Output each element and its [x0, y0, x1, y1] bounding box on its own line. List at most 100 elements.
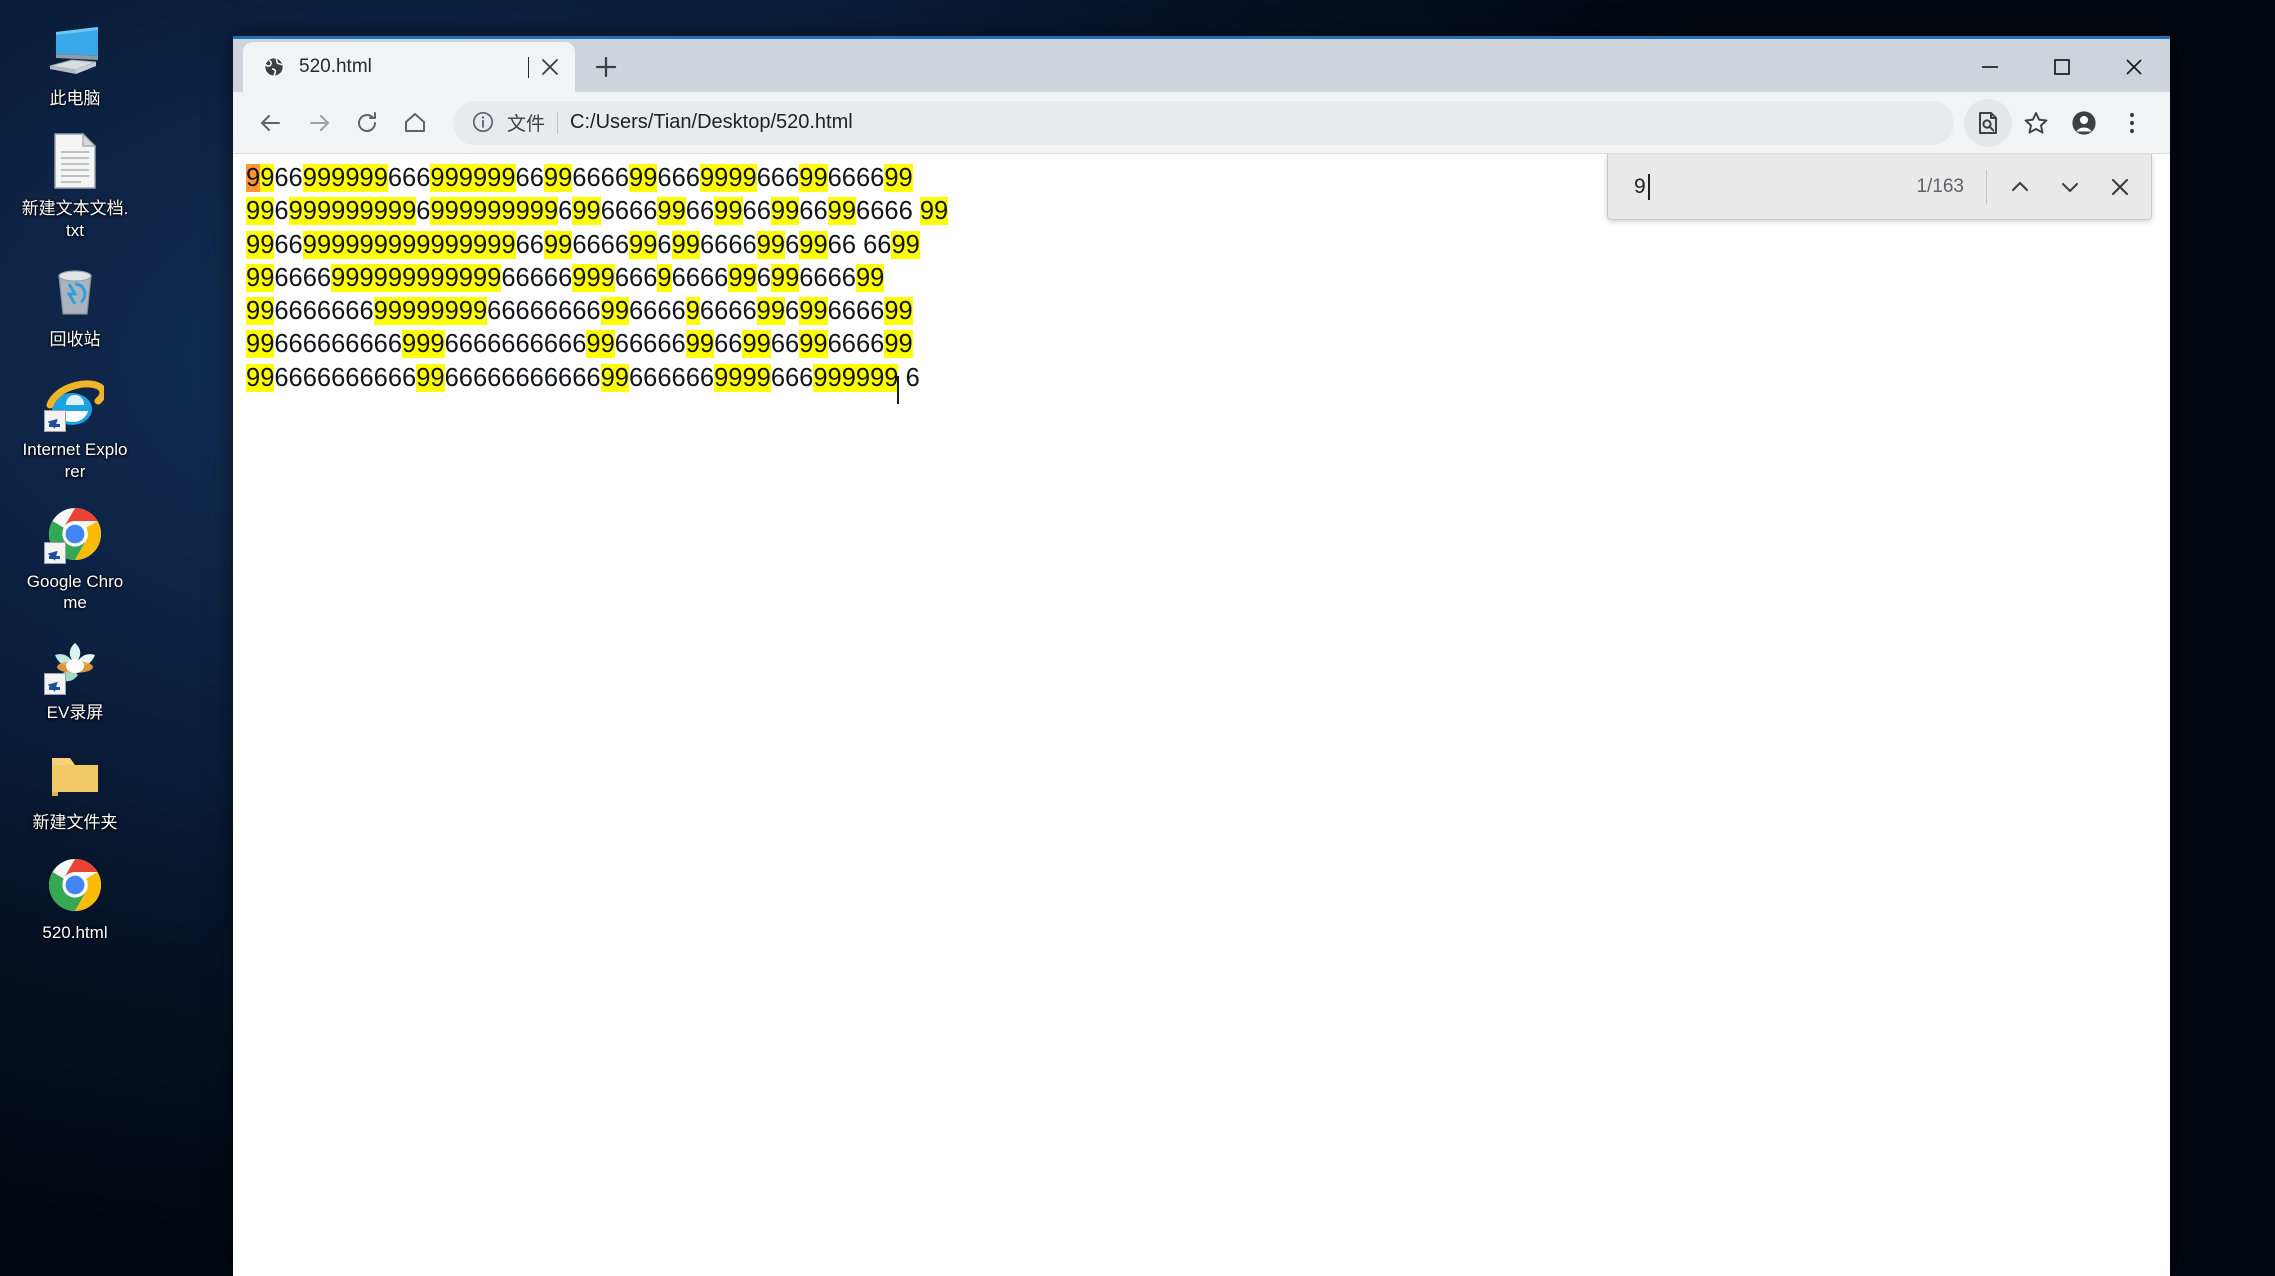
- this-pc-icon: [44, 20, 106, 82]
- desktop-icon-internet-explorer[interactable]: Internet Explorer: [19, 365, 131, 487]
- find-match: 9: [472, 297, 488, 326]
- find-match: 9: [302, 230, 317, 259]
- reload-button[interactable]: [343, 99, 391, 147]
- desktop-icon-new-folder[interactable]: 新建文件夹: [19, 738, 131, 838]
- find-match: 9: [934, 197, 949, 226]
- find-match: 9: [444, 297, 459, 326]
- address-bar[interactable]: 文件 C:/Users/Tian/Desktop/520.html: [453, 100, 1954, 145]
- find-match: 9: [785, 197, 800, 226]
- find-match: 9: [572, 197, 587, 226]
- find-match: 9: [387, 197, 403, 226]
- find-match: 9: [487, 197, 502, 226]
- find-match: 9: [643, 164, 658, 192]
- desktop-icon-label: Internet Explorer: [22, 440, 128, 481]
- find-match: 9: [586, 330, 601, 359]
- find-match: 9: [260, 363, 275, 392]
- maximize-button[interactable]: [2026, 39, 2098, 95]
- find-match: 9: [260, 263, 275, 292]
- find-match: 9: [402, 297, 417, 326]
- find-match: 9: [430, 330, 445, 359]
- desktop-icon-recycle-bin[interactable]: 回收站: [19, 255, 131, 355]
- find-match: 9: [359, 230, 374, 259]
- close-window-button[interactable]: [2098, 39, 2170, 95]
- new-tab-button[interactable]: [589, 50, 623, 84]
- find-match-active: 9: [246, 164, 261, 192]
- find-close-button[interactable]: [2095, 162, 2145, 212]
- find-match: 9: [416, 363, 431, 392]
- browser-tab[interactable]: 520.html: [243, 42, 575, 92]
- desktop-icon-ev-recorder[interactable]: EV录屏: [19, 628, 131, 728]
- find-match: 9: [785, 263, 800, 292]
- find-match: 9: [373, 164, 388, 192]
- find-match: 9: [742, 363, 757, 392]
- find-match: 9: [770, 297, 786, 326]
- desktop-icon-this-pc[interactable]: 此电脑: [19, 14, 131, 114]
- internet-explorer-icon: [44, 371, 106, 433]
- find-match: 9: [770, 263, 786, 292]
- find-next-button[interactable]: [2045, 162, 2095, 212]
- address-bar-divider: [557, 111, 559, 134]
- find-match: 9: [770, 197, 786, 226]
- find-match: 9: [714, 363, 729, 392]
- forward-button[interactable]: [295, 99, 343, 147]
- find-match: 9: [813, 164, 828, 192]
- find-match: 9: [543, 197, 559, 226]
- find-match: 9: [827, 363, 842, 392]
- find-match: 9: [855, 263, 871, 292]
- find-match: 9: [685, 297, 700, 326]
- find-match: 9: [458, 164, 473, 192]
- find-match: 9: [742, 330, 757, 359]
- find-match: 9: [898, 330, 913, 359]
- desktop-icon-label: EV录屏: [46, 703, 104, 722]
- find-match: 9: [728, 164, 743, 192]
- tab-close-button[interactable]: [533, 50, 567, 84]
- desktop-icon-label: 此电脑: [49, 89, 101, 108]
- find-match: 9: [458, 263, 473, 292]
- find-match: 9: [756, 297, 771, 326]
- bookmark-star-button[interactable]: [2012, 99, 2060, 147]
- find-match: 9: [430, 164, 445, 192]
- find-match: 9: [799, 230, 814, 259]
- find-match: 9: [387, 230, 403, 259]
- find-match: 9: [359, 164, 374, 192]
- find-input-caret: [1647, 173, 1650, 200]
- desktop-icon-label: 回收站: [49, 330, 101, 350]
- find-match: 9: [373, 197, 388, 226]
- find-match: 9: [600, 297, 615, 326]
- find-previous-button[interactable]: [1995, 162, 2045, 212]
- find-match: 9: [799, 297, 814, 326]
- desktop-icon-520-html[interactable]: 520.html: [19, 848, 131, 948]
- find-match: 9: [373, 230, 388, 259]
- find-match: 9: [487, 230, 502, 259]
- desktop-icon-google-chrome[interactable]: Google Chrome: [19, 497, 131, 619]
- find-input[interactable]: 9: [1634, 173, 1916, 200]
- ascii-art-digit-block: 9966999999666999999669966669966699996669…: [246, 164, 949, 392]
- find-match: 9: [756, 363, 771, 392]
- find-match: 9: [685, 230, 700, 259]
- find-match: 9: [260, 230, 275, 259]
- home-button[interactable]: [391, 99, 439, 147]
- back-button[interactable]: [247, 99, 295, 147]
- globe-icon: [263, 56, 285, 78]
- find-match: 9: [387, 263, 403, 292]
- minimize-button[interactable]: [1954, 39, 2026, 95]
- find-match: 9: [770, 230, 786, 259]
- find-in-page-button[interactable]: [1964, 98, 2012, 147]
- desktop-icon-text-document[interactable]: 新建文本文档.txt: [19, 124, 131, 246]
- find-match: 9: [614, 363, 629, 392]
- find-match: 9: [472, 164, 488, 192]
- profile-avatar-button[interactable]: [2060, 99, 2108, 147]
- find-match: 9: [472, 263, 488, 292]
- find-match: 9: [742, 164, 757, 192]
- find-match: 9: [799, 330, 814, 359]
- find-match: 9: [813, 297, 828, 326]
- shortcut-overlay-icon: [44, 673, 66, 695]
- desktop-icon-label: 新建文件夹: [32, 812, 118, 832]
- recycle-bin-icon: [44, 261, 106, 323]
- chrome-menu-button[interactable]: [2108, 99, 2156, 147]
- find-match: 9: [813, 230, 828, 259]
- find-match: 9: [870, 263, 885, 292]
- find-input-value: 9: [1634, 174, 1646, 198]
- info-circle-icon[interactable]: [471, 110, 497, 136]
- find-match: 9: [260, 164, 275, 192]
